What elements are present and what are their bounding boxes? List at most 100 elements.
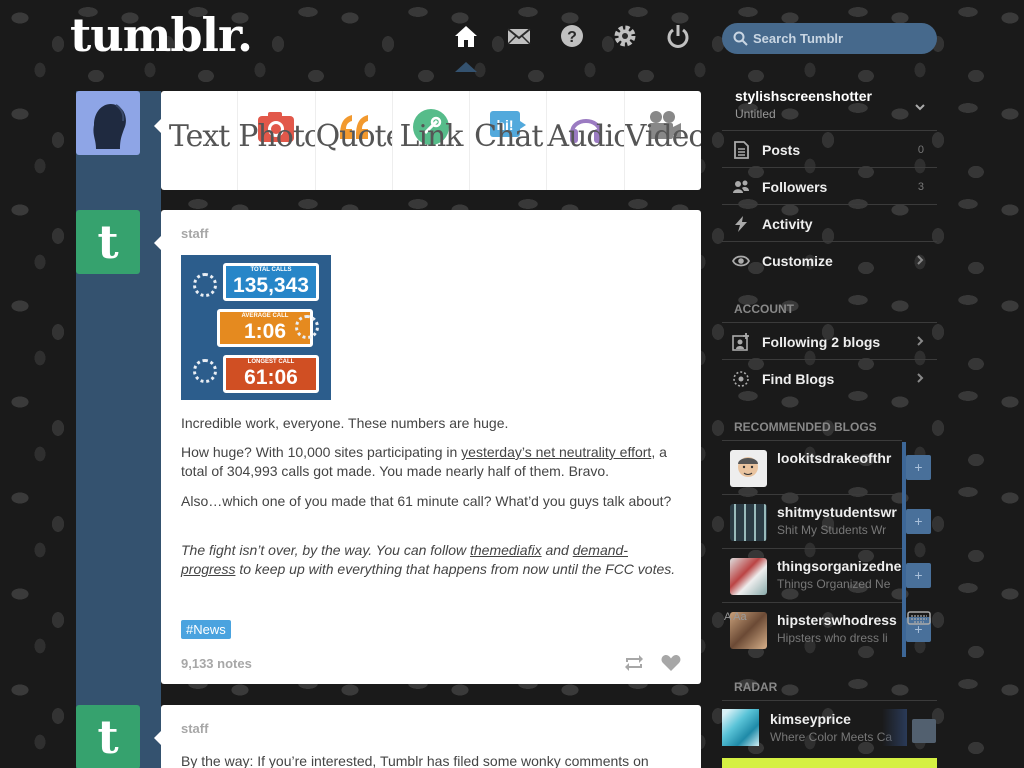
active-nav-indicator — [455, 62, 477, 72]
recommended-blog[interactable]: hipsterswhodress Hipsters who dress li — [722, 602, 902, 656]
staff-avatar[interactable]: t — [76, 705, 140, 768]
blog-name: kimseyprice — [770, 711, 851, 727]
power-icon[interactable] — [664, 22, 692, 50]
post-paragraph: The fight isn’t over, by the way. You ca… — [181, 542, 676, 577]
home-icon[interactable] — [452, 22, 480, 50]
chevron-right-icon — [917, 255, 924, 265]
post-author[interactable]: staff — [181, 721, 208, 736]
stat-longest-call: LONGEST CALL 61:06 — [223, 355, 319, 393]
chevron-right-icon — [917, 336, 924, 346]
eye-icon — [732, 255, 750, 267]
top-bar: tumblr. ? Search Tumblr — [0, 0, 1024, 80]
post-type-quote[interactable]: Quote — [316, 91, 393, 190]
help-icon[interactable]: ? — [558, 22, 586, 50]
post-type-label: Chat — [474, 119, 543, 154]
search-placeholder: Search Tumblr — [753, 31, 844, 46]
post-author[interactable]: staff — [181, 226, 208, 241]
staff-avatar[interactable]: t — [76, 210, 140, 274]
post-paragraph: How huge? With 10,000 sites participatin… — [181, 444, 667, 479]
stat-value: 61:06 — [244, 366, 298, 389]
stat-value: 135,343 — [233, 274, 309, 297]
post-type-label: Audio — [547, 119, 625, 154]
post-type-label: Video — [624, 119, 701, 154]
search-input[interactable]: Search Tumblr — [722, 23, 937, 54]
sidebar-item-label: Find Blogs — [762, 371, 835, 387]
post-card: staff TOTAL CALLS 135,343 AVERAGE CALL 1… — [154, 210, 701, 684]
blog-subtitle: Things Organized Ne — [777, 577, 891, 591]
radar-fade — [882, 709, 907, 746]
follow-button[interactable]: + — [906, 455, 931, 480]
blog-name: stylishscreenshotter — [735, 88, 872, 104]
post-paragraph: By the way: If you’re interested, Tumblr… — [181, 753, 649, 768]
blog-avatar — [730, 504, 767, 541]
account-heading: ACCOUNT — [734, 302, 794, 316]
search-icon — [733, 31, 748, 46]
blog-title: Untitled — [735, 107, 776, 121]
post-type-chat[interactable]: hi! Chat — [470, 91, 548, 190]
heart-icon[interactable] — [660, 652, 682, 674]
user-avatar[interactable] — [76, 91, 140, 155]
recommended-blog[interactable]: thingsorganizedne Things Organized Ne — [722, 548, 902, 602]
tumblr-logo[interactable]: tumblr. — [70, 8, 253, 62]
input-method-overlay-text: A Aa — [724, 611, 747, 623]
sidebar-item-followers[interactable]: Followers 3 — [722, 167, 937, 204]
sidebar-item-count: 0 — [917, 144, 924, 156]
post-type-bar: Text Photo Quote Link hi! Chat Audio Vid… — [154, 91, 701, 190]
sidebar-item-customize[interactable]: Customize — [722, 241, 937, 278]
keyboard-icon[interactable] — [907, 611, 931, 625]
follow-button[interactable]: + — [906, 563, 931, 588]
blog-avatar — [730, 558, 767, 595]
post-notes[interactable]: 9,133 notes — [181, 656, 252, 671]
stat-total-calls: TOTAL CALLS 135,343 — [223, 263, 319, 301]
spinner-icon — [295, 315, 319, 339]
post-type-label: Photo — [238, 119, 316, 154]
post-type-label: Text — [168, 119, 230, 154]
reblog-icon[interactable] — [623, 652, 645, 674]
radar-heading: RADAR — [734, 680, 778, 694]
mail-icon[interactable] — [505, 22, 533, 50]
find-blogs-icon — [733, 371, 749, 387]
dashboard-avatar-column — [76, 91, 161, 768]
blog-name: lookitsdrakeofthr — [777, 450, 892, 466]
gear-icon[interactable] — [611, 22, 639, 50]
sidebar-item-label: Activity — [762, 216, 813, 232]
sidebar-item-count: 3 — [917, 181, 924, 193]
tumblr-t-logo: t — [97, 215, 119, 269]
post-type-label: Link — [399, 119, 463, 154]
sidebar-item-posts[interactable]: Posts 0 — [722, 130, 937, 167]
recommended-blog[interactable]: lookitsdrakeofthr — [722, 440, 902, 494]
radar-post-image[interactable] — [722, 758, 937, 768]
sidebar-item-activity[interactable]: Activity — [722, 204, 937, 241]
blog-avatar — [722, 709, 759, 746]
follow-button[interactable]: + — [906, 509, 931, 534]
post-image[interactable]: TOTAL CALLS 135,343 AVERAGE CALL 1:06 LO… — [181, 255, 331, 400]
post-type-video[interactable]: Video — [625, 91, 701, 190]
follow-button[interactable] — [912, 719, 936, 743]
spinner-icon — [193, 359, 217, 383]
sidebar-item-following[interactable]: Following 2 blogs — [722, 322, 937, 359]
sidebar-item-label: Posts — [762, 142, 801, 158]
sidebar-item-label: Customize — [762, 253, 833, 269]
post-tag[interactable]: #News — [181, 620, 231, 639]
post-link[interactable]: yesterday’s net neutrality effort — [461, 444, 651, 460]
post-type-link[interactable]: Link — [393, 91, 471, 190]
radar-blog[interactable]: kimseyprice Where Color Meets Ca — [722, 700, 937, 754]
blog-switcher[interactable]: stylishscreenshotter Untitled — [722, 80, 937, 130]
recommended-blog[interactable]: shitmystudentswr Shit My Students Wr — [722, 494, 902, 548]
following-icon — [732, 333, 749, 351]
post-type-audio[interactable]: Audio — [547, 91, 625, 190]
recommended-heading: RECOMMENDED BLOGS — [734, 420, 877, 434]
post-type-label: Quote — [315, 119, 392, 154]
svg-text:?: ? — [567, 29, 577, 46]
sidebar-item-find-blogs[interactable]: Find Blogs — [722, 359, 937, 396]
post-card: staff By the way: If you’re interested, … — [154, 705, 701, 768]
post-link[interactable]: themediafix — [470, 542, 542, 558]
post-type-text[interactable]: Text — [161, 91, 239, 190]
post-type-photo[interactable]: Photo — [238, 91, 316, 190]
tumblr-t-logo: t — [97, 710, 119, 764]
post-paragraph: Incredible work, everyone. These numbers… — [181, 415, 509, 431]
blog-name: shitmystudentswr — [777, 504, 897, 520]
sidebar-item-label: Following 2 blogs — [762, 334, 881, 350]
chevron-down-icon — [915, 104, 925, 111]
blog-avatar — [730, 450, 767, 487]
